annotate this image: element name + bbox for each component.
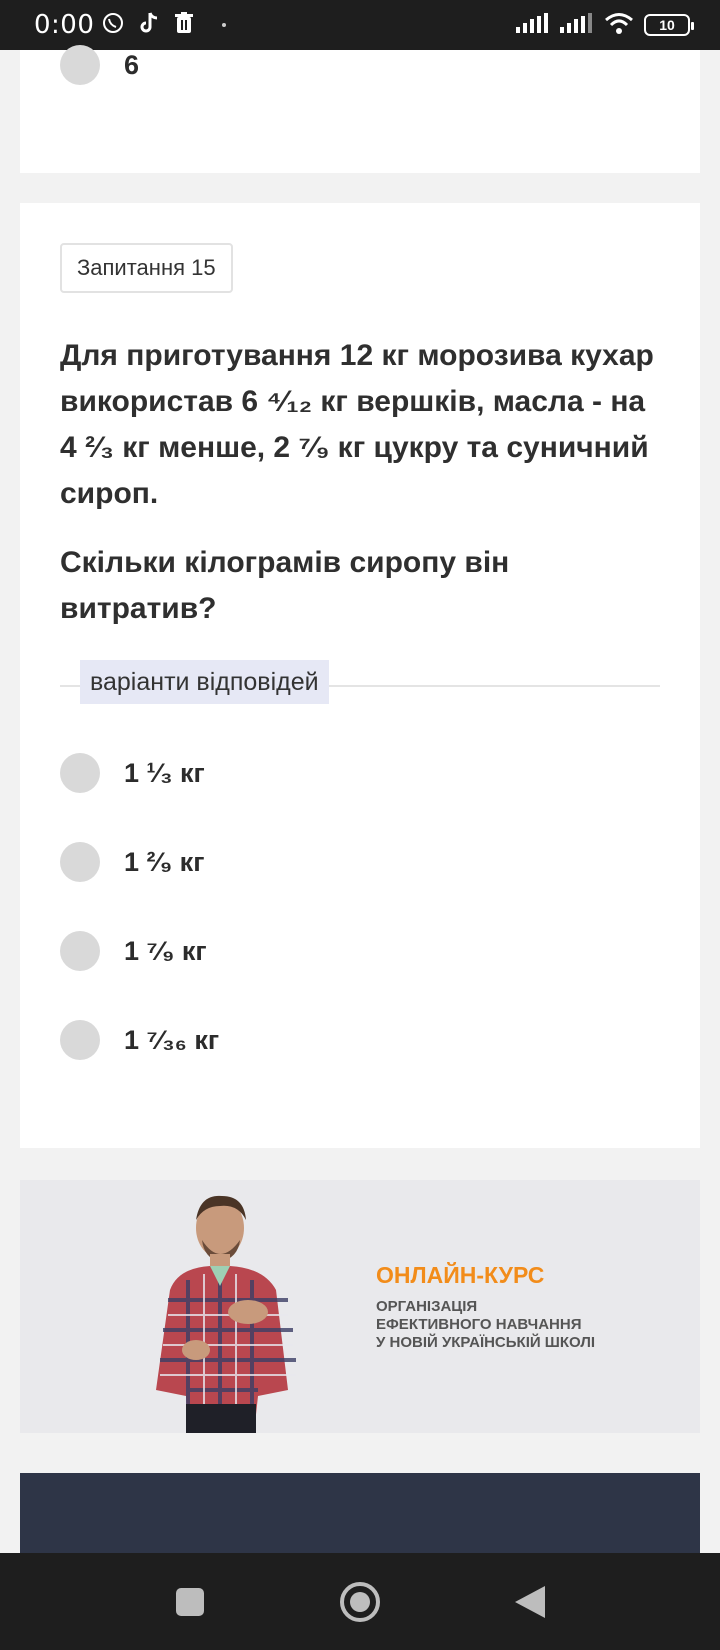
status-time: 0:00 [34,10,95,40]
radio-button[interactable] [60,1020,100,1060]
battery-icon: 10 [644,14,694,36]
previous-question-card: 6 [20,45,700,173]
banner-subtitle: ОРГАНІЗАЦІЯ ЕФЕКТИВНОГО НАВЧАННЯ У НОВІЙ… [376,1298,595,1352]
navigation-bar [0,1553,720,1650]
wifi-icon [604,12,634,39]
question-card: Запитання 15 Для приготування 12 кг моро… [20,203,700,1148]
answer-option[interactable]: 1 ⁷⁄₉ кг [60,931,207,971]
question-text: Для приготування 12 кг морозива кухар ви… [60,339,654,510]
radio-button[interactable] [60,931,100,971]
option-label: 1 ²⁄₉ кг [124,846,205,877]
status-bar: 0:00 10 [0,0,720,50]
dark-footer-block [20,1473,700,1553]
answer-option[interactable]: 6 [60,45,139,85]
option-label: 6 [124,49,140,80]
signal-icon [516,12,550,38]
radio-button[interactable] [60,45,100,85]
back-icon[interactable] [505,1577,555,1627]
answer-option[interactable]: 1 ²⁄₉ кг [60,842,204,882]
answer-option[interactable]: 1 ¹⁄₃ кг [60,753,205,793]
answer-variants-label: варіанти відповідей [80,660,329,704]
question-number-badge: Запитання 15 [60,243,233,293]
banner-subtitle-line: ОРГАНІЗАЦІЯ [376,1298,478,1315]
online-course-banner[interactable]: ОНЛАЙН-КУРС ОРГАНІЗАЦІЯ ЕФЕКТИВНОГО НАВЧ… [20,1180,700,1433]
question-ask: Скільки кілограмів сиропу він витратив? [60,546,510,625]
home-icon[interactable] [335,1577,385,1627]
presenter-image [156,1195,296,1433]
option-label: 1 ⁷⁄₉ кг [124,935,207,966]
banner-subtitle-line: У НОВІЙ УКРАЇНСЬКІЙ ШКОЛІ [376,1334,596,1351]
trash-icon [174,11,194,39]
notification-dot [222,23,227,27]
tiktok-icon [138,11,160,40]
option-label: 1 ⁷⁄₃₆ кг [124,1024,220,1055]
viber-icon [102,12,124,39]
banner-subtitle-line: ЕФЕКТИВНОГО НАВЧАННЯ [376,1316,582,1333]
answer-option[interactable]: 1 ⁷⁄₃₆ кг [60,1020,219,1060]
radio-button[interactable] [60,842,100,882]
option-label: 1 ¹⁄₃ кг [124,757,205,788]
signal-icon [560,12,594,38]
banner-title: ОНЛАЙН-КУРС [376,1262,545,1288]
recent-apps-icon[interactable] [165,1577,215,1627]
radio-button[interactable] [60,753,100,793]
